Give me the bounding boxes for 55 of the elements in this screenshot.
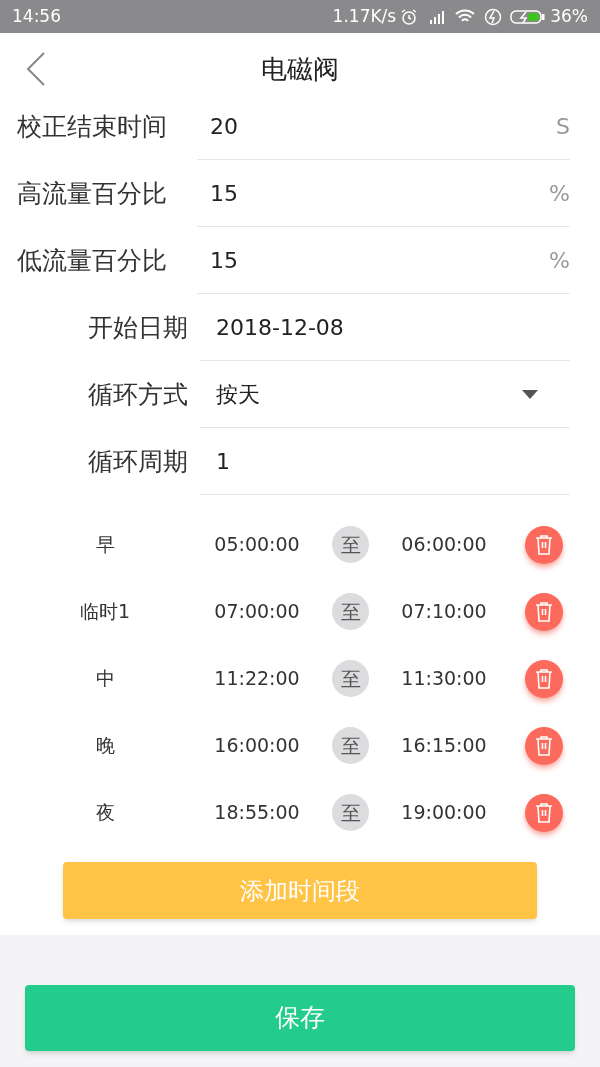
end-time[interactable]: 16:15:00	[399, 731, 489, 760]
back-icon	[26, 52, 46, 86]
start-time[interactable]: 07:00:00	[210, 597, 304, 626]
trash-icon	[534, 734, 554, 757]
end-time[interactable]: 07:10:00	[399, 597, 489, 626]
separator-label: 至	[332, 727, 369, 764]
unit-label: %	[549, 179, 570, 208]
trash-icon	[534, 801, 554, 824]
delete-button[interactable]	[525, 726, 563, 765]
charging-icon	[484, 7, 503, 26]
network-speed: 1.17K/s	[332, 4, 397, 28]
period-name: 临时1	[78, 599, 132, 625]
separator-label: 至	[332, 794, 369, 831]
alarm-icon	[400, 7, 419, 26]
separator-label: 至	[332, 593, 369, 630]
battery-percent: 36%	[550, 4, 588, 28]
battery-icon	[510, 8, 547, 25]
input-field[interactable]: 2018-12-08	[200, 294, 570, 361]
end-time[interactable]: 19:00:00	[399, 798, 489, 827]
delete-button[interactable]	[525, 592, 563, 631]
field-label: 开始日期	[87, 311, 189, 344]
end-time[interactable]: 11:30:00	[399, 664, 489, 693]
input-field[interactable]: 1	[200, 428, 570, 495]
field-label: 高流量百分比	[16, 177, 168, 210]
start-time[interactable]: 05:00:00	[210, 530, 304, 559]
trash-icon	[534, 667, 554, 690]
delete-button[interactable]	[525, 659, 563, 698]
period-name: 中	[94, 666, 116, 692]
page-title: 电磁阀	[261, 52, 339, 86]
unit-label: S	[556, 112, 570, 141]
start-time[interactable]: 16:00:00	[210, 731, 304, 760]
field-label: 校正结束时间	[16, 110, 168, 143]
input-field[interactable]: 20 S	[197, 93, 570, 160]
unit-label: %	[549, 246, 570, 275]
end-time[interactable]: 06:00:00	[399, 530, 489, 559]
delete-button[interactable]	[525, 793, 563, 832]
dropdown-caret-icon	[522, 389, 538, 399]
field-label: 低流量百分比	[16, 244, 168, 277]
period-name: 夜	[94, 800, 116, 826]
status-time: 14:56	[12, 4, 61, 28]
back-button[interactable]	[24, 51, 48, 87]
input-field[interactable]: 15 %	[197, 160, 570, 227]
field-label: 循环周期	[87, 445, 189, 478]
trash-icon	[534, 600, 554, 623]
start-time[interactable]: 11:22:00	[210, 664, 304, 693]
period-name: 早	[94, 532, 116, 558]
field-label: 循环方式	[87, 378, 189, 411]
separator-label: 至	[332, 660, 369, 697]
input-field[interactable]: 15 %	[197, 227, 570, 294]
start-time[interactable]: 18:55:00	[210, 798, 304, 827]
delete-button[interactable]	[525, 525, 563, 564]
trash-icon	[534, 533, 554, 556]
separator-label: 至	[332, 526, 369, 563]
dropdown-field[interactable]: 按天	[200, 361, 570, 428]
period-name: 晚	[94, 733, 116, 759]
